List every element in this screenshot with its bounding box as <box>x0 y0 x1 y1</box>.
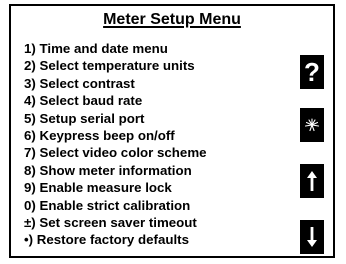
question-mark-icon: ? <box>304 57 320 87</box>
menu-item-baud-rate[interactable]: 4) Select baud rate <box>24 92 207 109</box>
scroll-down-button[interactable] <box>300 220 324 254</box>
menu-item-measure-lock[interactable]: 9) Enable measure lock <box>24 179 207 196</box>
menu-item-screen-saver-timeout[interactable]: ±) Set screen saver timeout <box>24 214 207 231</box>
menu-item-meter-information[interactable]: 8) Show meter information <box>24 162 207 179</box>
menu-item-keypress-beep[interactable]: 6) Keypress beep on/off <box>24 127 207 144</box>
help-button[interactable]: ? <box>300 55 324 89</box>
scroll-up-button[interactable] <box>300 164 324 198</box>
menu-item-contrast[interactable]: 3) Select contrast <box>24 75 207 92</box>
backlight-button[interactable] <box>300 108 324 142</box>
menu-item-temperature-units[interactable]: 2) Select temperature units <box>24 57 207 74</box>
backlight-icon <box>304 118 320 132</box>
menu-title-text: Meter Setup Menu <box>103 11 241 28</box>
setup-menu-list: 1) Time and date menu 2) Select temperat… <box>24 40 207 249</box>
menu-title: Meter Setup Menu <box>11 10 333 30</box>
menu-item-time-date[interactable]: 1) Time and date menu <box>24 40 207 57</box>
arrow-down-icon <box>307 227 317 247</box>
menu-item-restore-defaults[interactable]: •) Restore factory defaults <box>24 231 207 248</box>
arrow-up-icon <box>307 171 317 191</box>
meter-screen: Meter Setup Menu 1) Time and date menu 2… <box>0 0 346 264</box>
setup-menu-panel: Meter Setup Menu 1) Time and date menu 2… <box>9 4 335 258</box>
menu-item-strict-calibration[interactable]: 0) Enable strict calibration <box>24 197 207 214</box>
menu-item-serial-port[interactable]: 5) Setup serial port <box>24 110 207 127</box>
menu-item-video-color-scheme[interactable]: 7) Select video color scheme <box>24 144 207 161</box>
